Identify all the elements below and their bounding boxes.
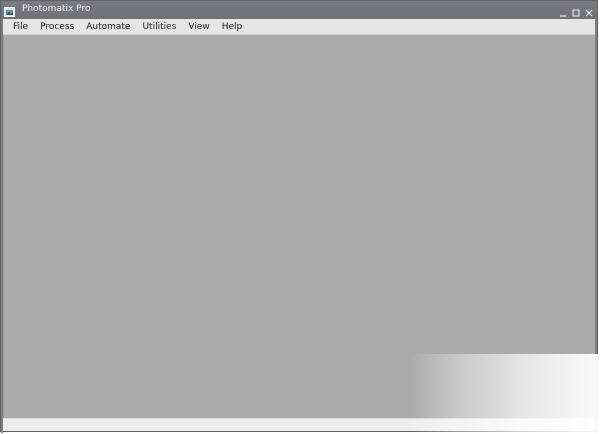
menu-bar: File Process Automate Utilities View Hel… <box>3 19 595 35</box>
title-bar[interactable]: Photomatix Pro <box>1 1 597 19</box>
window-title: Photomatix Pro <box>22 4 91 14</box>
menu-automate[interactable]: Automate <box>80 19 136 35</box>
menu-utilities[interactable]: Utilities <box>136 19 182 35</box>
minimize-icon[interactable] <box>558 4 568 17</box>
maximize-icon[interactable] <box>571 4 581 17</box>
window-controls <box>558 3 594 17</box>
close-icon[interactable] <box>584 4 594 17</box>
menu-process[interactable]: Process <box>34 19 80 35</box>
window-right-border <box>595 19 597 433</box>
menu-view[interactable]: View <box>182 19 215 35</box>
main-workspace[interactable] <box>3 35 595 418</box>
menu-help[interactable]: Help <box>216 19 249 35</box>
menu-file[interactable]: File <box>7 19 34 35</box>
app-window: Photomatix Pro File Process Automate Uti… <box>0 0 598 433</box>
photomatix-app-icon[interactable] <box>4 3 16 17</box>
status-bar <box>3 418 595 431</box>
menu-items-container: File Process Automate Utilities View Hel… <box>3 19 595 34</box>
